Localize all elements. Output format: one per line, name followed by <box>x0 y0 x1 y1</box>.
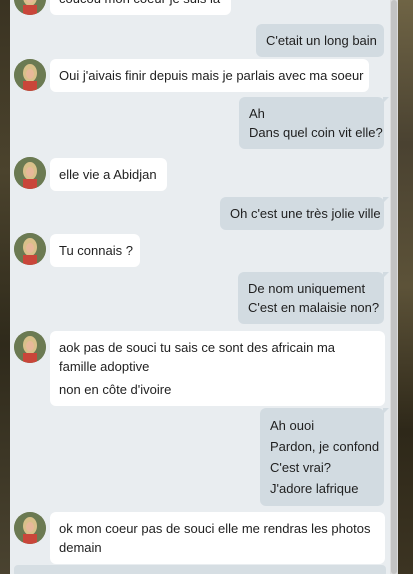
message-text: C'est en malaisie non? <box>248 300 380 315</box>
message-text: Oh c'est une très jolie ville <box>230 206 381 221</box>
background-left <box>0 0 10 574</box>
incoming-message[interactable]: elle vie a Abidjan <box>50 158 167 191</box>
contact-avatar-icon[interactable] <box>14 0 46 15</box>
message-text: C'est vrai? <box>270 460 332 475</box>
next-message-partial <box>14 565 386 574</box>
contact-avatar-icon[interactable] <box>14 233 46 265</box>
message-text: C'etait un long bain <box>266 33 377 48</box>
scrollbar-thumb[interactable] <box>391 0 397 574</box>
message-text: coucou mon coeur je suis là <box>59 0 222 8</box>
outgoing-message[interactable]: Ah Dans quel coin vit elle? <box>239 97 389 149</box>
outgoing-message[interactable]: Oh c'est une très jolie ville <box>220 197 389 230</box>
incoming-message[interactable]: Tu connais ? <box>50 234 140 267</box>
message-text: Ah ouoi <box>270 418 315 433</box>
outgoing-message[interactable]: Ah ouoi Pardon, je confond C'est vrai? J… <box>260 408 389 506</box>
incoming-message[interactable]: Oui j'aivais finir depuis mais je parlai… <box>50 59 369 92</box>
message-text: aok pas de souci tu sais ce sont des afr… <box>59 340 336 374</box>
contact-avatar-icon[interactable] <box>14 331 46 363</box>
message-text: Oui j'aivais finir depuis mais je parlai… <box>59 68 364 83</box>
chat-thread[interactable]: coucou mon coeur je suis là C'etait un l… <box>10 0 390 574</box>
message-text: De nom uniquement <box>248 281 366 296</box>
outgoing-message[interactable]: De nom uniquement C'est en malaisie non? <box>238 272 389 324</box>
incoming-message[interactable]: aok pas de souci tu sais ce sont des afr… <box>50 331 385 406</box>
contact-avatar-icon[interactable] <box>14 512 46 544</box>
message-text: Dans quel coin vit elle? <box>249 125 383 140</box>
message-text: non en côte d'ivoire <box>59 382 172 397</box>
message-text: ok mon coeur pas de souci elle me rendra… <box>59 521 371 555</box>
incoming-message[interactable]: ok mon coeur pas de souci elle me rendra… <box>50 512 385 564</box>
message-text: J'adore lafrique <box>270 481 359 496</box>
message-text: Ah <box>249 106 265 121</box>
incoming-message[interactable]: coucou mon coeur je suis là <box>50 0 231 15</box>
contact-avatar-icon[interactable] <box>14 59 46 91</box>
chat-scrollbar[interactable] <box>390 0 398 574</box>
message-text: Tu connais ? <box>59 243 133 258</box>
contact-avatar-icon[interactable] <box>14 157 46 189</box>
message-text: Pardon, je confond <box>270 439 380 454</box>
outgoing-message[interactable]: C'etait un long bain <box>256 24 384 57</box>
message-text: elle vie a Abidjan <box>59 167 157 182</box>
